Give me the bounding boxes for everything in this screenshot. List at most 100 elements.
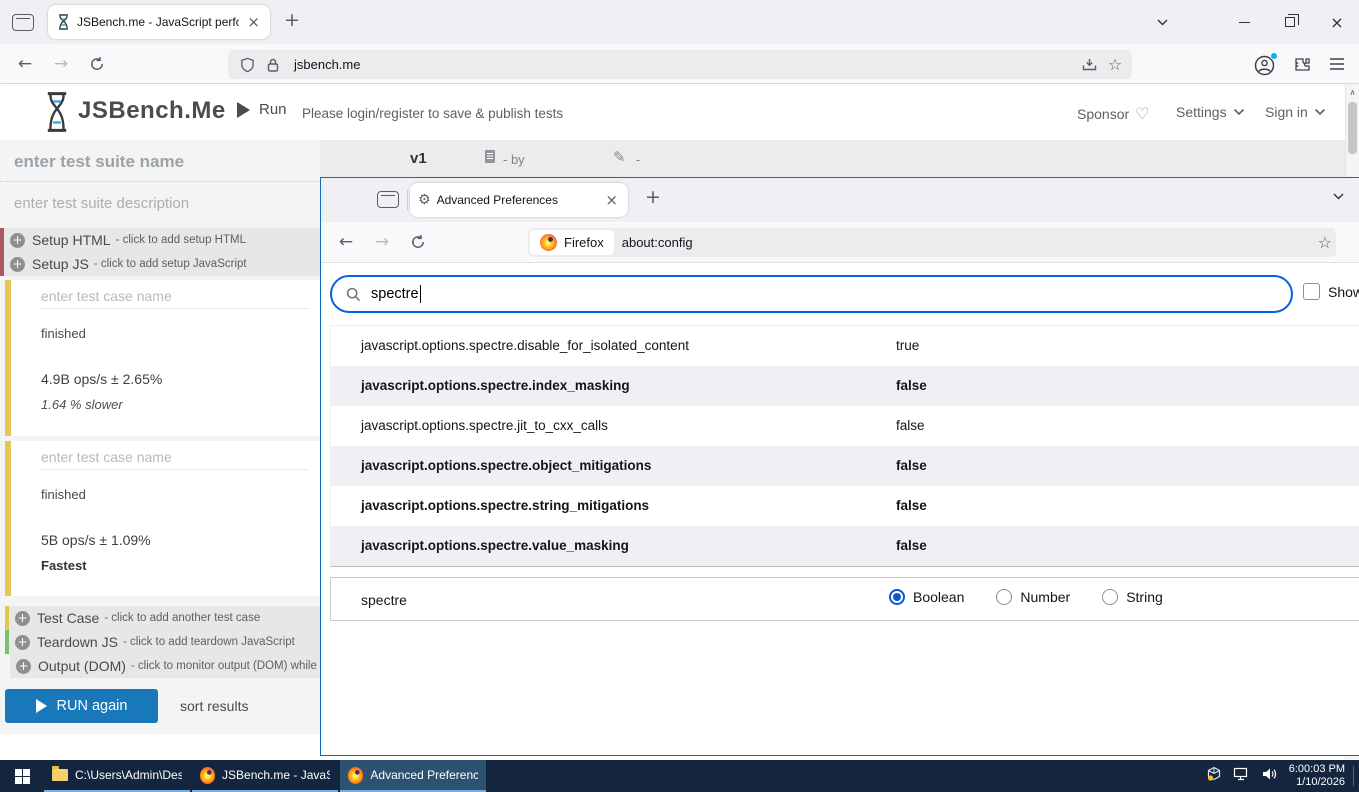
sort-results-link[interactable]: sort results [180,698,248,714]
taskbar-button-firefox-config[interactable]: Advanced Preferenc... [340,760,486,792]
setup-html-row[interactable]: + Setup HTML - click to add setup HTML [0,228,320,252]
save-to-library-icon[interactable] [1076,52,1102,78]
checkbox-icon[interactable] [1303,283,1320,300]
speaker-icon[interactable] [1261,767,1277,786]
scroll-thumb[interactable] [1348,102,1357,154]
pref-row[interactable]: javascript.options.spectre.object_mitiga… [331,446,1359,486]
sidebar-footer [0,734,320,760]
network-icon[interactable] [1233,767,1250,786]
account-icon[interactable] [1252,53,1276,77]
pref-row[interactable]: javascript.options.spectre.disable_for_i… [331,326,1359,366]
lock-icon[interactable] [260,52,286,78]
add-test-case-row[interactable]: + Test Case - click to add another test … [5,606,320,630]
url-bar[interactable]: jsbench.me ☆ [228,50,1132,79]
plus-circle-icon: + [15,635,30,650]
setup-js-row[interactable]: + Setup JS - click to add setup JavaScri… [0,252,320,276]
navigation-bar: ← → Firefox about:config ☆ [321,222,1359,263]
bookmark-star-icon[interactable]: ☆ [1102,52,1128,78]
pref-name: javascript.options.spectre.string_mitiga… [361,498,649,513]
pref-value: false [896,458,927,473]
brand-title[interactable]: JSBench.Me [78,97,226,125]
tab-close-icon[interactable]: × [245,13,262,31]
taskbar-button-explorer[interactable]: C:\Users\Admin\Des... [44,760,190,792]
radio-icon [889,589,905,605]
test-case-card-1[interactable]: enter test case name finished 4.9B ops/s… [5,280,320,436]
url-bar[interactable]: Firefox about:config ☆ [528,228,1336,257]
back-icon[interactable]: ← [334,230,358,254]
test-case-ops: 4.9B ops/s ± 2.65% [41,371,162,387]
plus-circle-icon: + [10,257,25,272]
reload-icon[interactable] [85,52,109,76]
firefox-view-icon[interactable] [12,14,34,31]
new-tab-button[interactable]: + [645,186,661,208]
extensions-puzzle-icon[interactable] [1290,52,1314,76]
suite-name-input[interactable]: enter test suite name [0,140,320,182]
back-icon[interactable]: ← [13,52,37,76]
minimize-button[interactable] [1234,12,1254,32]
test-case-name-input[interactable]: enter test case name [41,288,309,309]
taskbar-button-firefox-jsbench[interactable]: JSBench.me - JavaS... [192,760,338,792]
config-search-input[interactable]: spectre [330,275,1293,313]
pref-row[interactable]: javascript.options.spectre.jit_to_cxx_ca… [331,406,1359,446]
test-case-status: finished [41,326,86,341]
show-desktop-divider[interactable] [1353,766,1354,786]
search-value: spectre [371,286,419,302]
pref-row[interactable]: javascript.options.spectre.string_mitiga… [331,486,1359,526]
tab-bar: JSBench.me - JavaScript perform × + × [0,0,1359,44]
new-tab-button[interactable]: + [284,9,300,31]
taskbar-clock[interactable]: 6:00:03 PM 1/10/2026 [1279,763,1345,789]
test-case-note: Fastest [41,558,87,573]
forward-icon[interactable]: → [49,52,73,76]
virtualbox-tray-icon[interactable] [1206,766,1222,787]
pencil-icon[interactable]: ✎ [613,148,626,166]
signin-menu[interactable]: Sign in [1265,104,1326,120]
radio-string[interactable]: String [1102,589,1163,605]
list-all-tabs-icon[interactable] [1332,192,1345,200]
pref-row[interactable]: javascript.options.spectre.value_masking… [331,526,1359,566]
restore-button[interactable] [1280,12,1300,32]
plus-circle-icon: + [16,659,31,674]
shield-icon[interactable] [234,52,260,78]
list-all-tabs-icon[interactable] [1152,12,1172,32]
pref-name: javascript.options.spectre.object_mitiga… [361,458,651,473]
test-case-status: finished [41,487,86,502]
test-suite-sidebar: enter test suite name enter test suite d… [0,140,320,735]
pref-value: false [896,378,927,393]
suite-description-input[interactable]: enter test suite description [0,182,320,224]
output-dom-row[interactable]: + Output (DOM) - click to monitor output… [10,654,320,678]
close-button[interactable]: × [1327,12,1347,32]
bookmark-star-icon[interactable]: ☆ [1306,230,1332,256]
tab-jsbench[interactable]: JSBench.me - JavaScript perform × [48,5,270,39]
settings-menu[interactable]: Settings [1176,104,1245,120]
system-tray [1206,760,1277,792]
account-notification-dot [1270,52,1278,60]
add-preference-row: spectre Boolean Number String [330,577,1359,621]
firefox-view-icon[interactable] [377,191,399,208]
aboutconfig-content: spectre Show javascript.options.spectre.… [321,263,1359,755]
run-again-button[interactable]: RUN again [5,689,158,723]
desktop: JSBench.me - JavaScript perform × + × ← … [0,0,1359,792]
teardown-js-row[interactable]: + Teardown JS - click to add teardown Ja… [5,630,320,654]
navigation-bar: ← → jsbench.me ☆ [0,44,1359,84]
radio-number[interactable]: Number [996,589,1070,605]
new-pref-name: spectre [361,592,407,608]
url-text: about:config [622,235,1306,250]
start-button[interactable] [0,760,44,792]
firefox-chip: Firefox [530,230,614,255]
preferences-table: javascript.options.spectre.disable_for_i… [330,325,1359,567]
show-modified-checkbox[interactable]: Show [1303,283,1359,300]
test-case-note: 1.64 % slower [41,397,123,412]
run-button[interactable]: Run [237,101,287,118]
sponsor-link[interactable]: Sponsor♡ [1077,104,1150,123]
forward-icon[interactable]: → [370,230,394,254]
edit-dash: - [636,152,640,167]
tab-close-icon[interactable]: × [603,191,620,209]
reload-icon[interactable] [406,230,430,254]
pref-row[interactable]: javascript.options.spectre.index_masking… [331,366,1359,406]
test-case-name-input[interactable]: enter test case name [41,449,309,470]
test-case-card-2[interactable]: enter test case name finished 5B ops/s ±… [5,441,320,596]
radio-boolean[interactable]: Boolean [889,589,964,605]
scroll-up-arrow[interactable]: ∧ [1346,88,1359,97]
tab-advanced-preferences[interactable]: ⚙ Advanced Preferences × [410,183,628,217]
menu-hamburger-icon[interactable] [1325,52,1349,76]
